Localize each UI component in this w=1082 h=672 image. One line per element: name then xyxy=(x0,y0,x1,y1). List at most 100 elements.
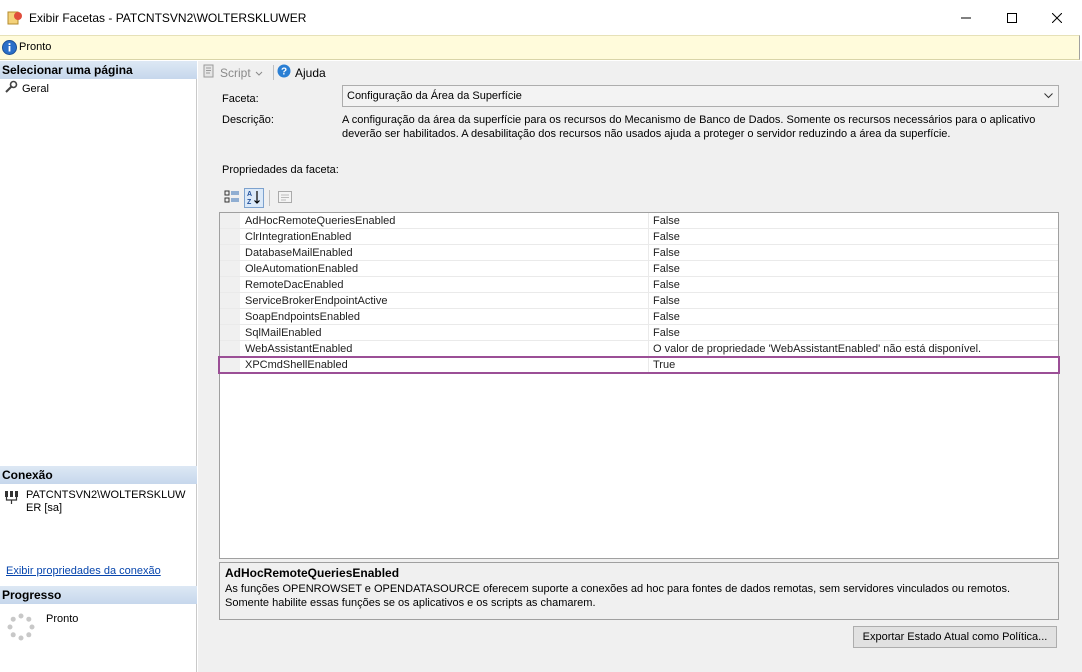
row-gutter xyxy=(220,325,240,340)
facet-select[interactable]: Configuração da Área da Superfície xyxy=(342,85,1059,107)
page-item-label: Geral xyxy=(22,82,49,95)
property-row[interactable]: OleAutomationEnabled False xyxy=(220,261,1058,277)
property-pages-icon xyxy=(277,189,293,208)
property-row[interactable]: AdHocRemoteQueriesEnabled False xyxy=(220,213,1058,229)
facet-select-value: Configuração da Área da Superfície xyxy=(347,90,522,102)
column-separator xyxy=(648,229,649,244)
left-panel: Selecionar uma página Geral Conexão PATC… xyxy=(0,61,197,672)
property-value[interactable]: False xyxy=(653,279,680,291)
help-button[interactable]: ? Ajuda xyxy=(277,64,326,81)
property-name: SoapEndpointsEnabled xyxy=(245,311,360,323)
facet-label: Faceta: xyxy=(222,93,259,105)
property-description-body: As funções OPENROWSET e OPENDATASOURCE o… xyxy=(225,583,1011,609)
row-gutter xyxy=(220,309,240,324)
dropdown-arrow-icon[interactable] xyxy=(255,66,263,80)
maximize-button[interactable] xyxy=(989,0,1035,35)
property-name: OleAutomationEnabled xyxy=(245,263,359,275)
svg-text:Z: Z xyxy=(247,199,252,205)
categorized-icon xyxy=(224,189,240,208)
facets-app-icon xyxy=(7,10,23,26)
row-gutter xyxy=(220,293,240,308)
row-gutter xyxy=(220,213,240,228)
grid-toolbar: A Z xyxy=(222,188,295,208)
main-panel: Script ? Ajuda Faceta: Configuração da Á… xyxy=(198,61,1082,672)
row-gutter xyxy=(220,277,240,292)
select-page-header: Selecionar uma página xyxy=(0,61,197,79)
export-as-policy-button[interactable]: Exportar Estado Atual como Política... xyxy=(853,626,1057,648)
property-value[interactable]: False xyxy=(653,215,680,227)
progress-header: Progresso xyxy=(0,586,197,604)
property-row[interactable]: ServiceBrokerEndpointActive False xyxy=(220,293,1058,309)
property-name: DatabaseMailEnabled xyxy=(245,247,353,259)
property-row[interactable]: WebAssistantEnabled O valor de propriedad… xyxy=(220,341,1058,357)
help-icon: ? xyxy=(277,64,291,81)
column-separator xyxy=(648,341,649,356)
facet-description: A configuração da área da superfície par… xyxy=(342,114,1036,140)
property-value[interactable]: False xyxy=(653,247,680,259)
column-separator xyxy=(648,213,649,228)
grid-toolbar-separator xyxy=(269,190,270,206)
column-separator xyxy=(648,277,649,292)
row-gutter xyxy=(220,245,240,260)
progress-spinner-icon xyxy=(6,612,36,645)
column-separator xyxy=(648,325,649,340)
window-title: Exibir Facetas - PATCNTSVN2\WOLTERSKLUWE… xyxy=(29,11,307,25)
property-value[interactable]: False xyxy=(653,263,680,275)
property-value[interactable]: O valor de propriedade 'WebAssistantEnab… xyxy=(653,343,981,355)
toolbar-separator xyxy=(273,65,274,80)
wrench-icon xyxy=(4,80,18,97)
highlight-box xyxy=(218,356,1060,374)
connection-header: Conexão xyxy=(0,466,197,484)
description-label: Descrição: xyxy=(222,114,274,126)
categorized-button[interactable] xyxy=(222,188,242,208)
svg-text:?: ? xyxy=(281,67,287,78)
chevron-down-icon xyxy=(1043,90,1054,104)
property-name: RemoteDacEnabled xyxy=(245,279,344,291)
property-row[interactable]: DatabaseMailEnabled False xyxy=(220,245,1058,261)
property-description-box: AdHocRemoteQueriesEnabled As funções OPE… xyxy=(219,562,1059,620)
property-name: WebAssistantEnabled xyxy=(245,343,353,355)
row-gutter xyxy=(220,261,240,276)
property-row[interactable]: SoapEndpointsEnabled False xyxy=(220,309,1058,325)
info-icon xyxy=(2,40,17,55)
property-name: ClrIntegrationEnabled xyxy=(245,231,352,243)
script-label: Script xyxy=(220,65,251,80)
title-bar: Exibir Facetas - PATCNTSVN2\WOLTERSKLUWE… xyxy=(0,0,1082,35)
toolbar: Script ? Ajuda xyxy=(198,61,1082,83)
property-value[interactable]: False xyxy=(653,295,680,307)
minimize-button[interactable] xyxy=(943,0,989,35)
column-separator xyxy=(648,245,649,260)
connection-icon xyxy=(4,489,20,515)
progress-status: Pronto xyxy=(46,613,79,625)
close-button[interactable] xyxy=(1034,0,1080,35)
property-row[interactable]: ClrIntegrationEnabled False xyxy=(220,229,1058,245)
property-row[interactable]: SqlMailEnabled False xyxy=(220,325,1058,341)
property-row[interactable]: RemoteDacEnabled False xyxy=(220,277,1058,293)
script-button[interactable]: Script xyxy=(202,64,263,81)
property-pages-button[interactable] xyxy=(275,188,295,208)
connection-info: PATCNTSVN2\WOLTERSKLUWER [sa] xyxy=(4,489,192,515)
facet-properties-label: Propriedades da faceta: xyxy=(222,164,339,176)
sort-alphabetical-icon: A Z xyxy=(246,189,262,208)
column-separator xyxy=(648,293,649,308)
row-gutter xyxy=(220,229,240,244)
column-separator xyxy=(648,309,649,324)
svg-text:A: A xyxy=(247,191,252,198)
property-value[interactable]: False xyxy=(653,311,680,323)
property-name: AdHocRemoteQueriesEnabled xyxy=(245,215,396,227)
status-text: Pronto xyxy=(19,41,52,53)
status-bar: Pronto xyxy=(0,35,1080,60)
property-name: ServiceBrokerEndpointActive xyxy=(245,295,388,307)
row-gutter xyxy=(220,341,240,356)
connection-text: PATCNTSVN2\WOLTERSKLUWER [sa] xyxy=(26,489,186,514)
property-name: SqlMailEnabled xyxy=(245,327,322,339)
view-connection-properties-link[interactable]: Exibir propriedades da conexão xyxy=(6,565,161,577)
property-value[interactable]: False xyxy=(653,327,680,339)
help-label: Ajuda xyxy=(295,65,326,80)
alphabetical-button[interactable]: A Z xyxy=(244,188,264,208)
column-separator xyxy=(648,261,649,276)
property-value[interactable]: False xyxy=(653,231,680,243)
page-item-geral[interactable]: Geral xyxy=(4,80,49,97)
properties-grid: AdHocRemoteQueriesEnabled False ClrIntegra… xyxy=(218,212,1060,559)
script-icon xyxy=(202,64,216,81)
